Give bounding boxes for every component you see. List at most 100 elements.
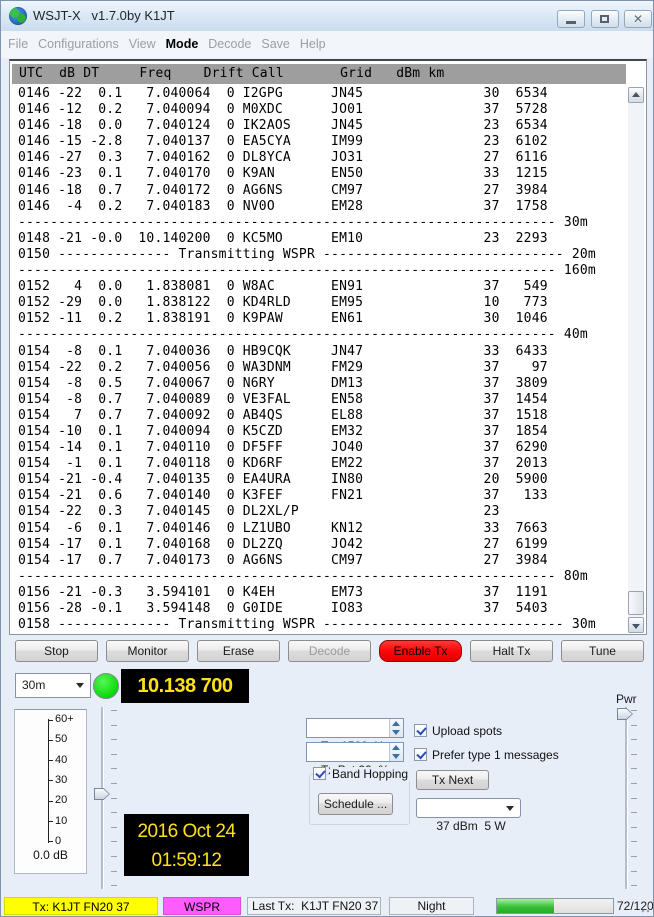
slider-tick xyxy=(631,798,637,799)
power-select-value: 37 dBm 5 W xyxy=(436,819,505,833)
spin-up-icon xyxy=(392,721,400,726)
decode-row: 0156 -21 -0.3 3.594101 0 K4EH EM73 37 11… xyxy=(18,585,630,601)
tune-button[interactable]: Tune xyxy=(561,640,644,662)
halt-tx-button[interactable]: Halt Tx xyxy=(470,640,553,662)
meter-tick xyxy=(48,760,53,761)
check-icon xyxy=(416,725,426,736)
upload-spots-label: Upload spots xyxy=(432,724,502,738)
slider-tick xyxy=(111,783,117,784)
schedule-button[interactable]: Schedule ... xyxy=(318,793,393,815)
pwr-slider-track[interactable] xyxy=(625,707,628,889)
decode-row: 0154 -1 0.1 7.040118 0 KD6RF EM22 37 201… xyxy=(18,456,630,472)
tx-percent-spinner[interactable]: Tx Pct 20 % xyxy=(306,742,404,762)
slider-tick xyxy=(111,885,117,886)
slider-tick xyxy=(631,856,637,857)
decode-row: 0146 -22 0.1 7.040064 0 I2GPG JN45 30 65… xyxy=(18,86,630,102)
prefer-type1-checkbox[interactable] xyxy=(414,748,427,761)
progress-fill xyxy=(497,899,554,913)
spin-down-icon xyxy=(392,754,400,759)
day-night-panel: Night xyxy=(389,897,474,915)
meter-scale-label: 20 xyxy=(55,794,67,806)
window-title: WSJT-X v1.7.0 xyxy=(33,8,127,23)
decode-row: 0146 -15 -2.8 7.040137 0 EA5CYA IM99 23 … xyxy=(18,134,630,150)
band-separator-row: ----------------------------------------… xyxy=(18,215,630,231)
spinner-buttons[interactable] xyxy=(389,719,403,737)
arrow-up-icon xyxy=(632,92,640,97)
decode-row: 0154 -8 0.7 7.040089 0 VE3FAL EN58 37 14… xyxy=(18,392,630,408)
slider-tick xyxy=(631,710,637,711)
enable-tx-button[interactable]: Enable Tx xyxy=(379,640,462,662)
menu-item-file[interactable]: File xyxy=(3,31,33,51)
band-separator-row: ----------------------------------------… xyxy=(18,263,630,279)
band-hopping-label: Band Hopping xyxy=(330,767,410,781)
decode-row: 0146 -23 0.1 7.040170 0 K9AN EN50 33 121… xyxy=(18,166,630,182)
band-hopping-checkbox[interactable] xyxy=(313,767,326,780)
menu-item-mode[interactable]: Mode xyxy=(161,31,204,51)
stop-button[interactable]: Stop xyxy=(15,640,98,662)
band-separator-row: ----------------------------------------… xyxy=(18,569,630,585)
slider-tick xyxy=(631,768,637,769)
decode-row: 0154 -8 0.5 7.040067 0 N6RY DM13 37 3809 xyxy=(18,376,630,392)
power-select[interactable]: 37 dBm 5 W xyxy=(416,798,521,818)
decode-row: 0146 -27 0.3 7.040162 0 DL8YCA JO31 27 6… xyxy=(18,150,630,166)
meter-scale-label: 50 xyxy=(55,733,67,745)
check-icon xyxy=(315,768,325,779)
scrollbar-thumb[interactable] xyxy=(628,591,644,615)
titlebar[interactable]: WSJT-X v1.7.0 by K1JT ✕ xyxy=(1,1,653,32)
decode-row: 0154 7 0.7 7.040092 0 AB4QS EL88 37 1518 xyxy=(18,408,630,424)
close-button[interactable]: ✕ xyxy=(624,10,652,28)
menu-item-save[interactable]: Save xyxy=(256,31,295,51)
spinner-buttons[interactable] xyxy=(389,743,403,761)
receive-status-lamp xyxy=(93,673,119,699)
decode-row: 0154 -22 0.2 7.040056 0 WA3DNM FM29 37 9… xyxy=(18,360,630,376)
restore-button[interactable] xyxy=(591,10,619,28)
meter-tick xyxy=(48,841,53,842)
slider-tick xyxy=(111,710,117,711)
decode-button[interactable]: Decode xyxy=(288,640,371,662)
resize-grip[interactable] xyxy=(641,904,650,913)
meter-scale-label: 10 xyxy=(55,815,67,827)
scrollbar-down-button[interactable] xyxy=(628,617,644,633)
scrollbar-up-button[interactable] xyxy=(628,87,644,103)
erase-button[interactable]: Erase xyxy=(197,640,280,662)
decode-row: 0146 -18 0.0 7.040124 0 IK2AOS JN45 23 6… xyxy=(18,118,630,134)
slider-tick xyxy=(111,812,117,813)
slider-tick xyxy=(111,856,117,857)
menu-item-help[interactable]: Help xyxy=(295,31,331,51)
decode-row: 0154 -10 0.1 7.040094 0 K5CZD EM32 37 18… xyxy=(18,424,630,440)
meter-tick xyxy=(48,801,53,802)
gain-slider-handle[interactable] xyxy=(94,788,110,800)
slider-tick xyxy=(111,841,117,842)
slider-tick xyxy=(111,725,117,726)
upload-spots-checkbox[interactable] xyxy=(414,724,427,737)
signal-meter: 60+50403020100 0.0 dB xyxy=(14,709,87,874)
prefer-type1-label: Prefer type 1 messages xyxy=(432,748,559,762)
chevron-down-icon xyxy=(76,683,84,692)
band-select[interactable]: 30m xyxy=(15,673,91,698)
meter-scale-label: 30 xyxy=(55,774,67,786)
tx-next-button[interactable]: Tx Next xyxy=(416,770,489,790)
clock-date: 2016 Oct 24 xyxy=(124,816,249,845)
menu-item-configurations[interactable]: Configurations xyxy=(33,31,124,51)
decode-rows: 0146 -22 0.1 7.040064 0 I2GPG JN45 30 65… xyxy=(10,86,630,633)
arrow-down-icon xyxy=(632,624,640,629)
slider-tick xyxy=(111,739,117,740)
slider-tick xyxy=(631,841,637,842)
decode-row: 0152 -29 0.0 1.838122 0 KD4RLD EM95 10 7… xyxy=(18,295,630,311)
slider-tick xyxy=(111,871,117,872)
monitor-button[interactable]: Monitor xyxy=(106,640,189,662)
tx-progress-bar xyxy=(496,898,614,914)
slider-tick xyxy=(631,725,637,726)
band-separator-row: ----------------------------------------… xyxy=(18,327,630,343)
menu-item-view[interactable]: View xyxy=(124,31,161,51)
menu-item-decode[interactable]: Decode xyxy=(203,31,256,51)
decode-row: 0146 -12 0.2 7.040094 0 M0XDC JO01 37 57… xyxy=(18,102,630,118)
mode-badge: WSPR xyxy=(163,897,241,915)
decode-row: 0154 -17 0.1 7.040168 0 DL2ZQ JO42 27 61… xyxy=(18,537,630,553)
minimize-button[interactable] xyxy=(557,10,585,28)
slider-tick xyxy=(111,768,117,769)
tx-frequency-spinner[interactable]: Tx 1500 Hz xyxy=(306,718,404,738)
scrollbar[interactable] xyxy=(628,87,644,633)
slider-tick xyxy=(111,798,117,799)
slider-tick xyxy=(631,754,637,755)
